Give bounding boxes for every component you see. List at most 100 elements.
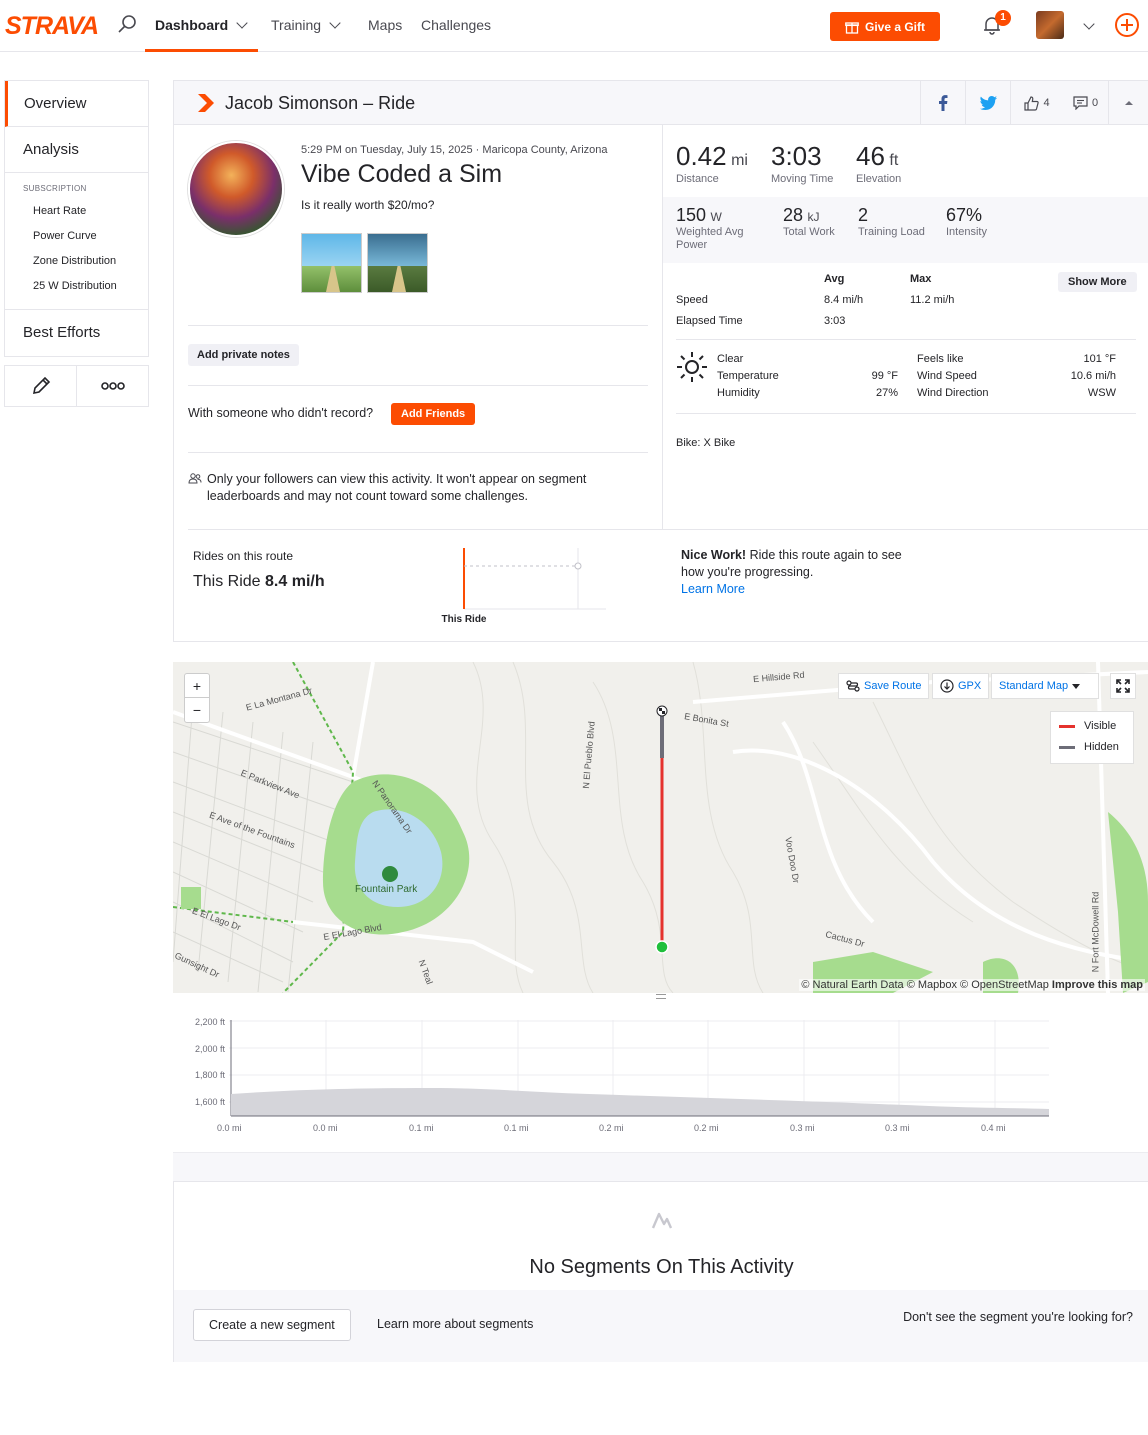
elevation-plot xyxy=(229,1020,1049,1117)
sidebar-item-overview[interactable]: Overview xyxy=(5,81,148,127)
divider xyxy=(188,325,648,326)
col-avg: Avg xyxy=(824,273,845,285)
activity-header: Jacob Simonson – Ride 4 0 xyxy=(174,81,1148,125)
y-tick: 1,800 ft xyxy=(194,1070,225,1080)
sidebar-item-best-efforts[interactable]: Best Efforts xyxy=(5,310,148,356)
learn-more-link[interactable]: Learn More xyxy=(681,582,745,596)
chevron-down-icon xyxy=(329,17,341,29)
sidebar: Overview Analysis SUBSCRIPTION Heart Rat… xyxy=(4,80,149,407)
feels-like-label: Feels like xyxy=(917,353,964,365)
nav-maps[interactable]: Maps xyxy=(368,17,402,33)
nice-work-message: Nice Work! Ride this route again to see … xyxy=(681,548,902,596)
start-marker-icon xyxy=(655,940,669,954)
give-gift-button[interactable]: Give a Gift xyxy=(830,12,940,41)
photo-thumbnail[interactable] xyxy=(301,233,362,293)
y-tick: 2,200 ft xyxy=(194,1017,225,1027)
collapse-button[interactable] xyxy=(1108,81,1148,125)
route-icon xyxy=(846,680,860,692)
divider xyxy=(188,452,648,453)
map-label: N Fort McDowell Rd xyxy=(1090,891,1101,973)
athlete-avatar[interactable] xyxy=(188,141,284,237)
nav-challenges[interactable]: Challenges xyxy=(421,17,491,33)
routes-value: This Ride 8.4 mi/h xyxy=(193,573,325,590)
elapsed-avg: 3:03 xyxy=(824,315,846,327)
x-tick: 0.4 mi xyxy=(981,1123,1006,1133)
nav-dashboard[interactable]: Dashboard xyxy=(155,17,248,33)
legend-visible: Visible xyxy=(1059,720,1116,732)
sidebar-item-zone-distribution[interactable]: Zone Distribution xyxy=(5,249,148,274)
twitter-icon xyxy=(979,96,997,110)
divider xyxy=(676,413,1136,414)
pencil-icon xyxy=(32,376,50,395)
section-spacer xyxy=(173,1152,1148,1182)
y-tick: 1,600 ft xyxy=(194,1097,225,1107)
add-friends-button[interactable]: Add Friends xyxy=(391,403,476,425)
bike-info: Bike: X Bike xyxy=(676,437,736,449)
map-label-park: Fountain Park xyxy=(355,884,418,895)
map-attribution: © Natural Earth Data © Mapbox © OpenStre… xyxy=(799,979,1145,991)
save-route-button[interactable]: Save Route xyxy=(838,673,930,699)
learn-segments-link[interactable]: Learn more about segments xyxy=(377,1317,533,1331)
edit-button[interactable] xyxy=(5,366,77,406)
user-avatar[interactable] xyxy=(1036,11,1064,39)
sidebar-item-25w-distribution[interactable]: 25 W Distribution xyxy=(5,274,148,299)
nav-training[interactable]: Training xyxy=(271,17,341,33)
stat-total-work: 28 kJ Total Work xyxy=(783,205,835,238)
add-private-notes-button[interactable]: Add private notes xyxy=(188,344,299,366)
notification-badge: 1 xyxy=(995,10,1011,26)
divider xyxy=(188,385,648,386)
add-icon[interactable] xyxy=(1115,13,1139,37)
sidebar-item-analysis[interactable]: Analysis xyxy=(5,127,148,173)
elevation-chart: 2,200 ft 2,000 ft 1,800 ft 1,600 ft 0.0 … xyxy=(173,1000,1148,1152)
search-icon[interactable] xyxy=(116,13,138,35)
sidebar-item-heart-rate[interactable]: Heart Rate xyxy=(5,199,148,224)
col-max: Max xyxy=(910,273,932,285)
expand-icon xyxy=(1116,679,1130,693)
comment-icon xyxy=(1073,96,1088,110)
activity-name: Vibe Coded a Sim xyxy=(301,160,503,188)
speed-max: 11.2 mi/h xyxy=(910,294,955,306)
video-thumbnail[interactable] xyxy=(367,233,428,293)
x-tick: 0.3 mi xyxy=(885,1123,910,1133)
gift-icon xyxy=(845,21,859,34)
route-comparison-chart: This Ride xyxy=(441,548,606,625)
speed-avg: 8.4 mi/h xyxy=(824,294,864,306)
comments-button[interactable]: 0 xyxy=(1063,81,1108,125)
wind-speed-label: Wind Speed xyxy=(917,370,977,382)
segment-help-text[interactable]: Don't see the segment you're looking for… xyxy=(903,1310,1133,1324)
gpx-download-button[interactable]: GPX xyxy=(932,673,990,699)
x-tick: 0.2 mi xyxy=(694,1123,719,1133)
create-segment-button[interactable]: Create a new segment xyxy=(193,1309,351,1341)
zoom-in-button[interactable]: + xyxy=(185,674,209,698)
strava-logo[interactable]: STRAVA xyxy=(5,12,99,41)
map-canvas xyxy=(173,662,1148,993)
finish-flag-icon xyxy=(656,705,668,717)
fullscreen-button[interactable] xyxy=(1110,673,1136,699)
kudos-button[interactable]: 4 xyxy=(1010,81,1063,125)
x-tick: 0.0 mi xyxy=(313,1123,338,1133)
facebook-share-button[interactable] xyxy=(920,81,965,125)
resize-handle[interactable] xyxy=(656,994,666,999)
more-options-button[interactable] xyxy=(77,366,148,406)
show-more-button[interactable]: Show More xyxy=(1058,272,1137,292)
park-marker-icon xyxy=(382,866,398,882)
active-nav-indicator xyxy=(145,49,258,52)
improve-map-link[interactable]: Improve this map xyxy=(1052,979,1143,991)
wind-direction-label: Wind Direction xyxy=(917,387,989,399)
facebook-icon xyxy=(939,95,948,111)
zoom-out-button[interactable]: − xyxy=(185,698,209,722)
no-segments-title: No Segments On This Activity xyxy=(529,1256,794,1278)
subscription-title: SUBSCRIPTION xyxy=(23,184,87,193)
x-tick: 0.3 mi xyxy=(790,1123,815,1133)
stat-moving-time: 3:03 Moving Time xyxy=(771,141,834,185)
activity-card: Jacob Simonson – Ride 4 0 5:29 PM on Tue… xyxy=(173,80,1148,642)
zoom-control: + − xyxy=(184,673,210,723)
y-tick: 2,000 ft xyxy=(194,1044,225,1054)
followers-icon xyxy=(188,473,202,484)
chevron-down-icon[interactable] xyxy=(1083,18,1095,30)
map-type-select[interactable]: Standard Map xyxy=(991,673,1099,699)
twitter-share-button[interactable] xyxy=(965,81,1010,125)
sidebar-item-power-curve[interactable]: Power Curve xyxy=(5,224,148,249)
route-map[interactable]: E Hillside Rd E La Montana Dr E Bonita S… xyxy=(173,662,1148,993)
wind-speed-value: 10.6 mi/h xyxy=(1070,370,1116,382)
